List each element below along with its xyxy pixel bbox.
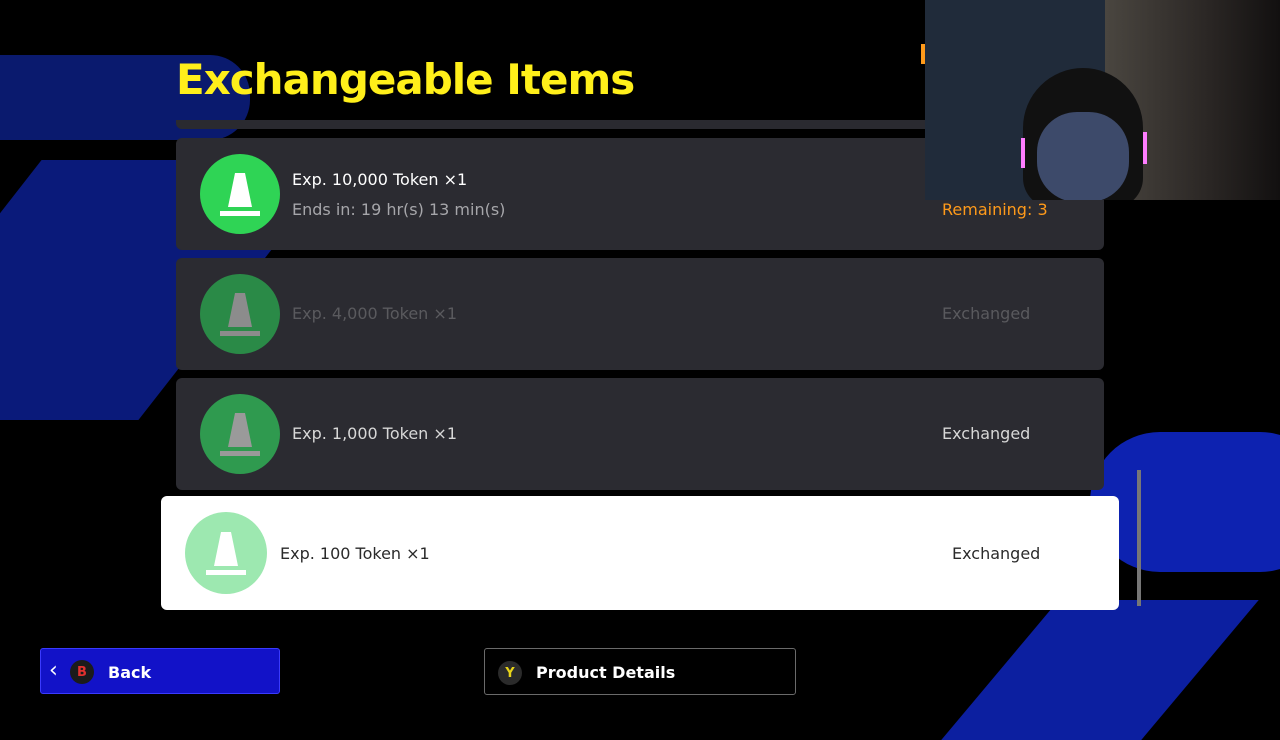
item-timer: Ends in: 19 hr(s) 13 min(s) <box>292 200 506 219</box>
headphone-light-right <box>1143 132 1147 164</box>
item-remaining: Remaining: 3 <box>942 200 1048 219</box>
item-status: Exchanged <box>952 544 1041 563</box>
list-item[interactable]: Exp. 1,000 Token ×1 Exchanged <box>176 378 1104 490</box>
product-details-label: Product Details <box>536 663 676 682</box>
y-button-icon: Y <box>498 661 522 685</box>
item-status: Exchanged <box>942 424 1031 443</box>
item-name: Exp. 4,000 Token ×1 <box>292 304 457 323</box>
b-button-icon: B <box>70 660 94 684</box>
cone-icon <box>185 512 267 594</box>
item-name: Exp. 10,000 Token ×1 <box>292 170 468 189</box>
chevron-left-icon: ‹ <box>49 658 58 683</box>
webcam-overlay <box>925 0 1280 200</box>
webcam-person-face <box>1037 112 1129 200</box>
list-scrollbar[interactable] <box>1137 470 1141 606</box>
list-item[interactable]: Exp. 4,000 Token ×1 Exchanged <box>176 258 1104 370</box>
item-name: Exp. 100 Token ×1 <box>280 544 430 563</box>
cone-icon <box>200 394 280 474</box>
list-item-selected[interactable]: Exp. 100 Token ×1 Exchanged <box>161 496 1119 610</box>
product-details-button[interactable]: Y Product Details <box>484 648 796 695</box>
item-status: Exchanged <box>942 304 1031 323</box>
cone-icon <box>200 274 280 354</box>
back-button[interactable]: ‹ B Back <box>40 648 280 694</box>
item-name: Exp. 1,000 Token ×1 <box>292 424 457 443</box>
back-button-label: Back <box>108 663 152 682</box>
cone-icon <box>200 154 280 234</box>
background-shape <box>941 600 1259 740</box>
headphone-light-left <box>1021 138 1025 168</box>
page-title: Exchangeable Items <box>176 55 635 104</box>
